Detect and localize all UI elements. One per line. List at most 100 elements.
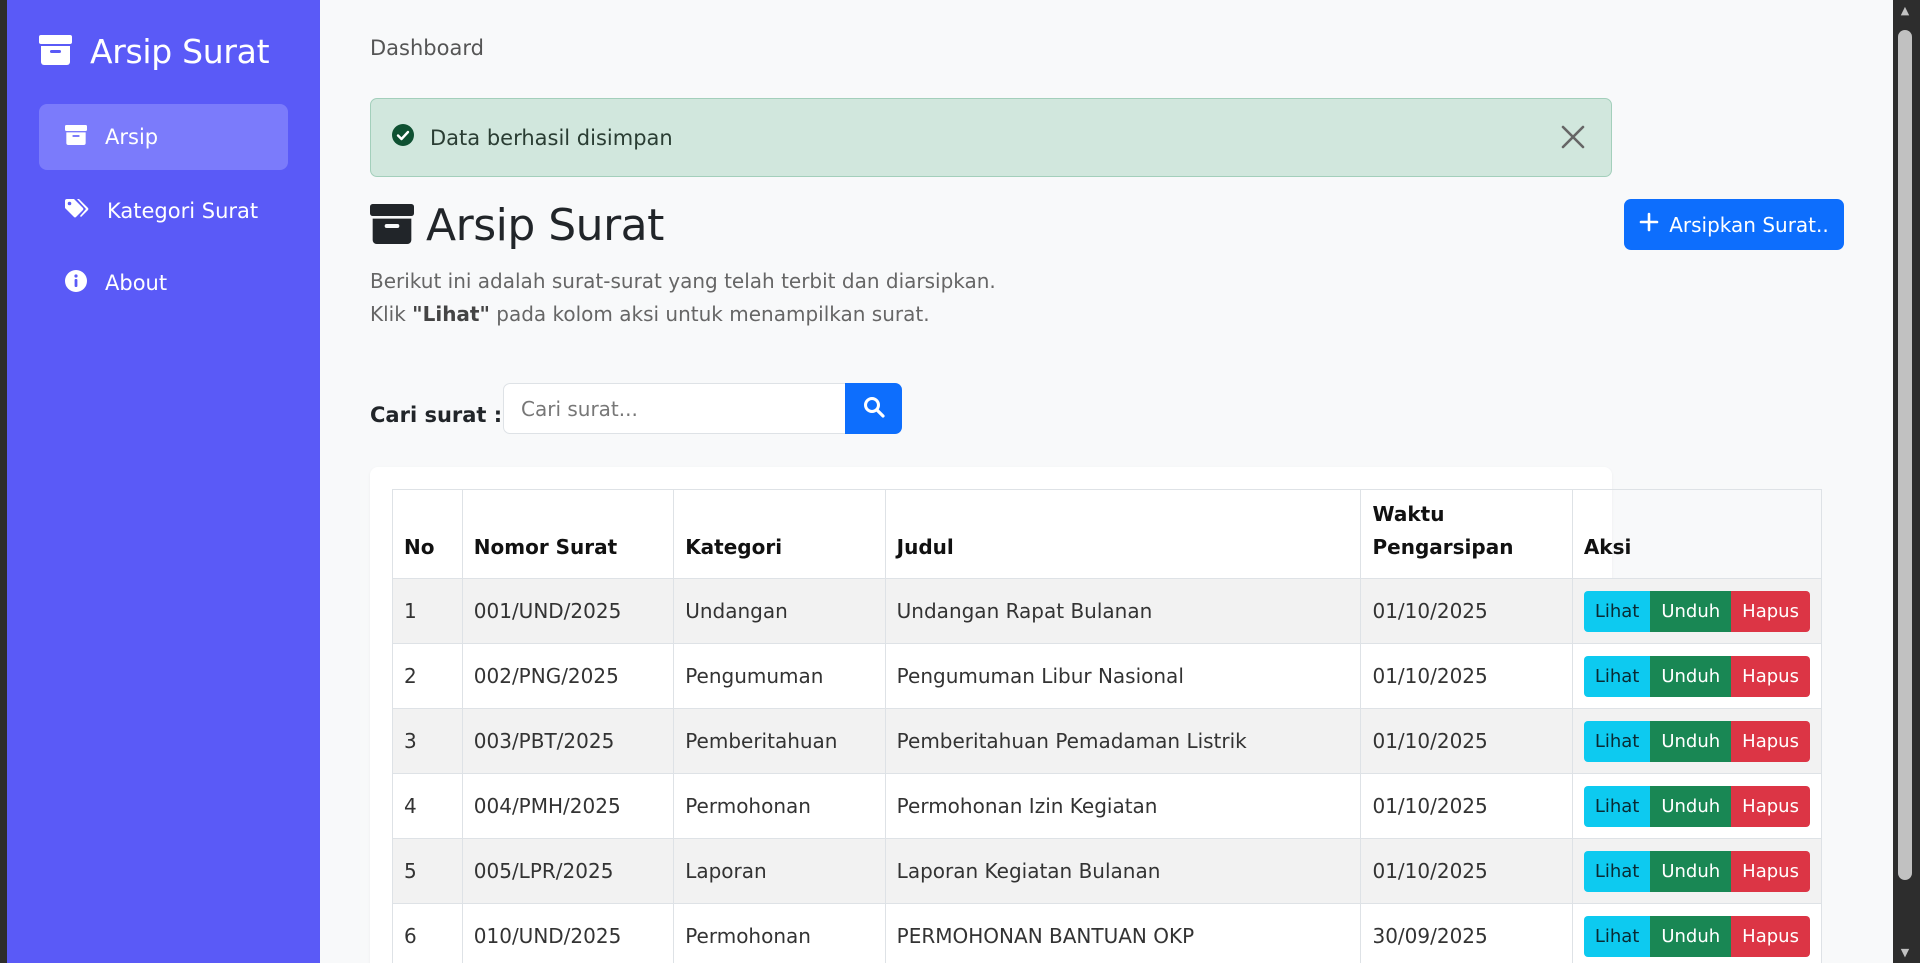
download-button[interactable]: Unduh bbox=[1650, 915, 1732, 957]
table-row: 6 010/UND/2025 Permohonan PERMOHONAN BAN… bbox=[392, 903, 1823, 963]
delete-button[interactable]: Hapus bbox=[1731, 850, 1810, 892]
add-archive-label: Arsipkan Surat.. bbox=[1669, 212, 1829, 237]
cell-waktu: 01/10/2025 bbox=[1360, 838, 1573, 904]
header-kategori: Kategori bbox=[673, 489, 886, 579]
brand-title: Arsip Surat bbox=[90, 32, 270, 71]
sidebar-item-label: Arsip bbox=[105, 125, 159, 149]
download-button[interactable]: Unduh bbox=[1650, 590, 1732, 632]
cell-judul: Laporan Kegiatan Bulanan bbox=[884, 838, 1362, 904]
action-group: Lihat Unduh Hapus bbox=[1583, 850, 1810, 892]
header-no: No bbox=[392, 489, 463, 579]
search-input[interactable] bbox=[503, 383, 845, 434]
download-button[interactable]: Unduh bbox=[1650, 655, 1732, 697]
sidebar: Arsip Surat Arsip Kategori Surat About bbox=[7, 0, 320, 963]
header-aksi: Aksi bbox=[1571, 489, 1823, 579]
view-button[interactable]: Lihat bbox=[1583, 915, 1651, 957]
action-group: Lihat Unduh Hapus bbox=[1583, 590, 1810, 632]
cell-no: 4 bbox=[392, 773, 463, 839]
window-frame bbox=[0, 0, 7, 963]
delete-button[interactable]: Hapus bbox=[1731, 590, 1810, 632]
cell-waktu: 01/10/2025 bbox=[1360, 773, 1573, 839]
search-button[interactable] bbox=[845, 383, 902, 434]
cell-no: 2 bbox=[392, 643, 463, 709]
archive-icon bbox=[39, 34, 72, 69]
archive-icon bbox=[370, 203, 414, 248]
cell-kategori: Permohonan bbox=[673, 773, 886, 839]
cell-nomor: 005/LPR/2025 bbox=[461, 838, 675, 904]
search-label: Cari surat : bbox=[370, 403, 503, 427]
table-row: 1 001/UND/2025 Undangan Undangan Rapat B… bbox=[392, 578, 1823, 644]
download-button[interactable]: Unduh bbox=[1650, 720, 1732, 762]
table-row: 5 005/LPR/2025 Laporan Laporan Kegiatan … bbox=[392, 838, 1823, 904]
cell-judul: Pengumuman Libur Nasional bbox=[884, 643, 1362, 709]
cell-aksi: Lihat Unduh Hapus bbox=[1571, 903, 1823, 963]
archive-table: No Nomor Surat Kategori Judul Waktu Peng… bbox=[392, 489, 1823, 963]
view-button[interactable]: Lihat bbox=[1583, 655, 1651, 697]
view-button[interactable]: Lihat bbox=[1583, 785, 1651, 827]
search-bar bbox=[503, 383, 902, 434]
scrollbar-thumb[interactable] bbox=[1898, 30, 1912, 880]
cell-kategori: Pemberitahuan bbox=[673, 708, 886, 774]
action-group: Lihat Unduh Hapus bbox=[1583, 785, 1810, 827]
cell-nomor: 001/UND/2025 bbox=[461, 578, 675, 644]
cell-kategori: Permohonan bbox=[673, 903, 886, 963]
action-group: Lihat Unduh Hapus bbox=[1583, 655, 1810, 697]
archive-icon bbox=[65, 124, 87, 150]
delete-button[interactable]: Hapus bbox=[1731, 785, 1810, 827]
table-header-row: No Nomor Surat Kategori Judul Waktu Peng… bbox=[392, 489, 1823, 579]
tags-icon bbox=[65, 198, 89, 224]
table-row: 4 004/PMH/2025 Permohonan Permohonan Izi… bbox=[392, 773, 1823, 839]
delete-button[interactable]: Hapus bbox=[1731, 655, 1810, 697]
scroll-up-icon[interactable]: ▲ bbox=[1898, 4, 1912, 18]
sidebar-item-label: About bbox=[105, 271, 168, 295]
scroll-down-icon[interactable]: ▼ bbox=[1898, 946, 1912, 960]
cell-aksi: Lihat Unduh Hapus bbox=[1571, 578, 1823, 644]
description-line: Berikut ini adalah surat-surat yang tela… bbox=[370, 269, 996, 293]
page-title: Arsip Surat bbox=[370, 200, 664, 251]
cell-kategori: Pengumuman bbox=[673, 643, 886, 709]
cell-waktu: 01/10/2025 bbox=[1360, 708, 1573, 774]
breadcrumb[interactable]: Dashboard bbox=[370, 36, 484, 60]
delete-button[interactable]: Hapus bbox=[1731, 915, 1810, 957]
cell-kategori: Undangan bbox=[673, 578, 886, 644]
delete-button[interactable]: Hapus bbox=[1731, 720, 1810, 762]
cell-aksi: Lihat Unduh Hapus bbox=[1571, 838, 1823, 904]
close-icon[interactable] bbox=[1557, 121, 1589, 158]
brand[interactable]: Arsip Surat bbox=[39, 32, 270, 71]
description-line: Klik "Lihat" pada kolom aksi untuk menam… bbox=[370, 302, 930, 326]
sidebar-item-about[interactable]: About bbox=[39, 250, 288, 316]
cell-no: 1 bbox=[392, 578, 463, 644]
sidebar-item-label: Kategori Surat bbox=[107, 199, 259, 223]
archive-table-card: No Nomor Surat Kategori Judul Waktu Peng… bbox=[370, 467, 1823, 963]
cell-nomor: 003/PBT/2025 bbox=[461, 708, 675, 774]
sidebar-item-kategori[interactable]: Kategori Surat bbox=[39, 178, 288, 244]
cell-judul: Pemberitahuan Pemadaman Listrik bbox=[884, 708, 1362, 774]
header-judul: Judul bbox=[884, 489, 1362, 579]
sidebar-item-arsip[interactable]: Arsip bbox=[39, 104, 288, 170]
view-button[interactable]: Lihat bbox=[1583, 590, 1651, 632]
cell-nomor: 002/PNG/2025 bbox=[461, 643, 675, 709]
info-icon bbox=[65, 269, 87, 297]
download-button[interactable]: Unduh bbox=[1650, 850, 1732, 892]
check-circle-icon bbox=[392, 124, 414, 151]
table-row: 3 003/PBT/2025 Pemberitahuan Pemberitahu… bbox=[392, 708, 1823, 774]
cell-no: 6 bbox=[392, 903, 463, 963]
cell-no: 5 bbox=[392, 838, 463, 904]
cell-judul: PERMOHONAN BANTUAN OKP bbox=[884, 903, 1362, 963]
success-alert: Data berhasil disimpan bbox=[370, 98, 1612, 177]
cell-kategori: Laporan bbox=[673, 838, 886, 904]
cell-aksi: Lihat Unduh Hapus bbox=[1571, 643, 1823, 709]
main-content: Dashboard Data berhasil disimpan Arsip S… bbox=[320, 0, 1893, 963]
cell-nomor: 010/UND/2025 bbox=[461, 903, 675, 963]
cell-judul: Undangan Rapat Bulanan bbox=[884, 578, 1362, 644]
plus-icon bbox=[1639, 212, 1659, 237]
add-archive-button[interactable]: Arsipkan Surat.. bbox=[1624, 199, 1844, 250]
view-button[interactable]: Lihat bbox=[1583, 720, 1651, 762]
header-waktu: Waktu Pengarsipan bbox=[1360, 489, 1573, 579]
download-button[interactable]: Unduh bbox=[1650, 785, 1732, 827]
view-button[interactable]: Lihat bbox=[1583, 850, 1651, 892]
cell-nomor: 004/PMH/2025 bbox=[461, 773, 675, 839]
header-nomor-surat: Nomor Surat bbox=[461, 489, 675, 579]
cell-judul: Permohonan Izin Kegiatan bbox=[884, 773, 1362, 839]
page-title-text: Arsip Surat bbox=[426, 200, 664, 251]
